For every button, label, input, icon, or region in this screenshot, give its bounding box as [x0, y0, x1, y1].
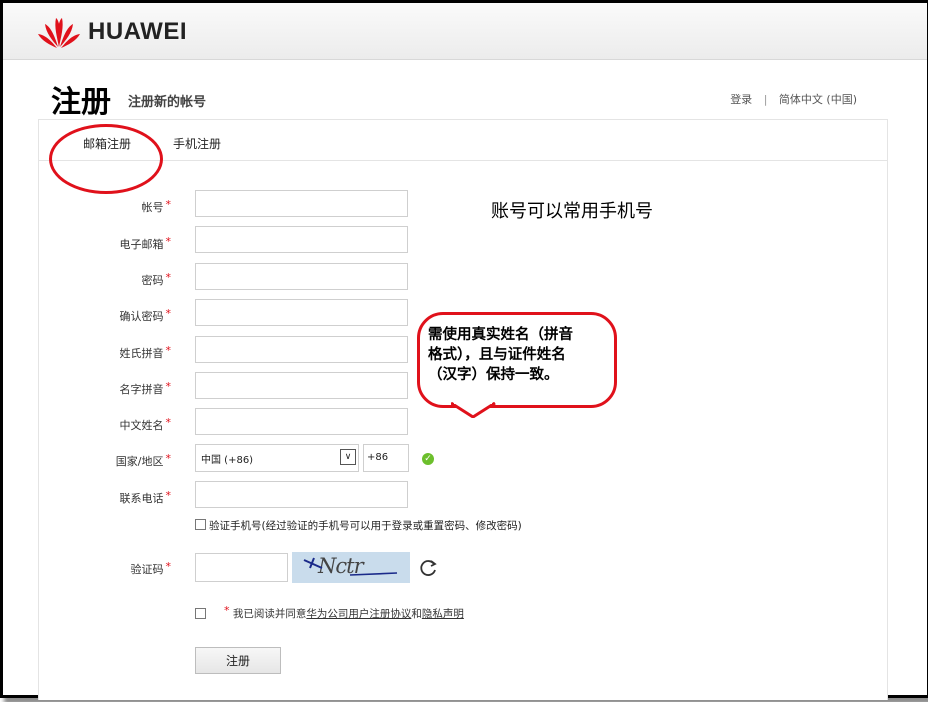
callout-text: 需使用真实姓名（拼音 格式），且与证件姓名 （汉字）保持一致。: [428, 325, 618, 385]
captcha-noise: [303, 557, 398, 576]
givenname-pinyin-input[interactable]: [195, 372, 408, 399]
label-country: 国家/地区 *: [115, 452, 171, 468]
highlight-circle: [49, 124, 163, 194]
callout-tail: [451, 402, 496, 418]
language-selector[interactable]: 简体中文 (中国): [779, 93, 857, 106]
register-button[interactable]: 注册: [195, 647, 281, 674]
refresh-icon[interactable]: [417, 557, 439, 579]
account-note: 账号可以常用手机号: [491, 201, 653, 222]
country-select[interactable]: 中国 (+86) ∨: [195, 444, 359, 472]
label-password: 密码 *: [141, 271, 172, 287]
password-input[interactable]: [195, 263, 408, 290]
screenshot-frame: HUAWEI 注册 注册新的帐号 登录 | 简体中文 (中国) 邮箱注册 手机注…: [0, 0, 928, 700]
label-chinese-name: 中文姓名 *: [119, 416, 172, 432]
callout-line-1: 需使用真实姓名（拼音: [428, 327, 573, 343]
page-title: 注册: [51, 85, 111, 120]
email-input[interactable]: [195, 226, 408, 253]
top-links: 登录 | 简体中文 (中国): [730, 91, 857, 107]
label-account: 帐号 *: [141, 198, 172, 214]
chevron-down-icon[interactable]: ∨: [340, 449, 356, 465]
callout-line-2: 格式），且与证件姓名: [428, 347, 566, 363]
brand-logo[interactable]: HUAWEI: [36, 15, 187, 49]
label-phone: 联系电话 *: [119, 489, 172, 505]
captcha-image[interactable]: Nctr: [292, 552, 410, 583]
verify-phone-checkbox[interactable]: [195, 519, 206, 530]
label-givenname-pinyin: 名字拼音 *: [119, 380, 172, 396]
agreement-prefix: 我已阅读并同意: [232, 608, 307, 620]
label-confirm-password: 确认密码 *: [119, 307, 172, 323]
phone-input[interactable]: [195, 481, 408, 508]
captcha-input[interactable]: [195, 553, 288, 582]
country-select-value: 中国 (+86): [201, 455, 254, 466]
label-captcha: 验证码 *: [130, 560, 172, 576]
huawei-petal-icon: [38, 18, 80, 48]
agreement-required-mark: *: [224, 604, 230, 617]
verify-phone-label: 验证手机号(经过验证的手机号可以用于登录或重置密码、修改密码): [209, 520, 522, 532]
account-input[interactable]: [195, 190, 408, 217]
top-header: HUAWEI: [3, 3, 927, 60]
agreement-checkbox[interactable]: [195, 608, 206, 619]
chinese-name-input[interactable]: [195, 408, 408, 435]
privacy-link[interactable]: 隐私声明: [422, 608, 464, 620]
terms-link[interactable]: 华为公司用户注册协议: [306, 608, 411, 620]
page-subtitle: 注册新的帐号: [128, 95, 207, 110]
check-circle-icon: ✓: [422, 453, 434, 465]
agreement-text: * 我已阅读并同意华为公司用户注册协议和隐私声明: [222, 604, 464, 621]
tab-bar: 邮箱注册 手机注册: [39, 120, 887, 161]
agreement-middle: 和: [411, 608, 422, 620]
label-surname-pinyin: 姓氏拼音 *: [119, 344, 172, 360]
tab-phone-register[interactable]: 手机注册: [173, 135, 221, 152]
link-separator: |: [763, 93, 768, 106]
brand-name: HUAWEI: [88, 18, 187, 45]
country-code-field: +86: [363, 444, 409, 472]
callout-line-3: （汉字）保持一致。: [428, 367, 559, 383]
login-link[interactable]: 登录: [730, 93, 752, 106]
label-email: 电子邮箱 *: [119, 235, 172, 251]
surname-pinyin-input[interactable]: [195, 336, 408, 363]
confirm-password-input[interactable]: [195, 299, 408, 326]
